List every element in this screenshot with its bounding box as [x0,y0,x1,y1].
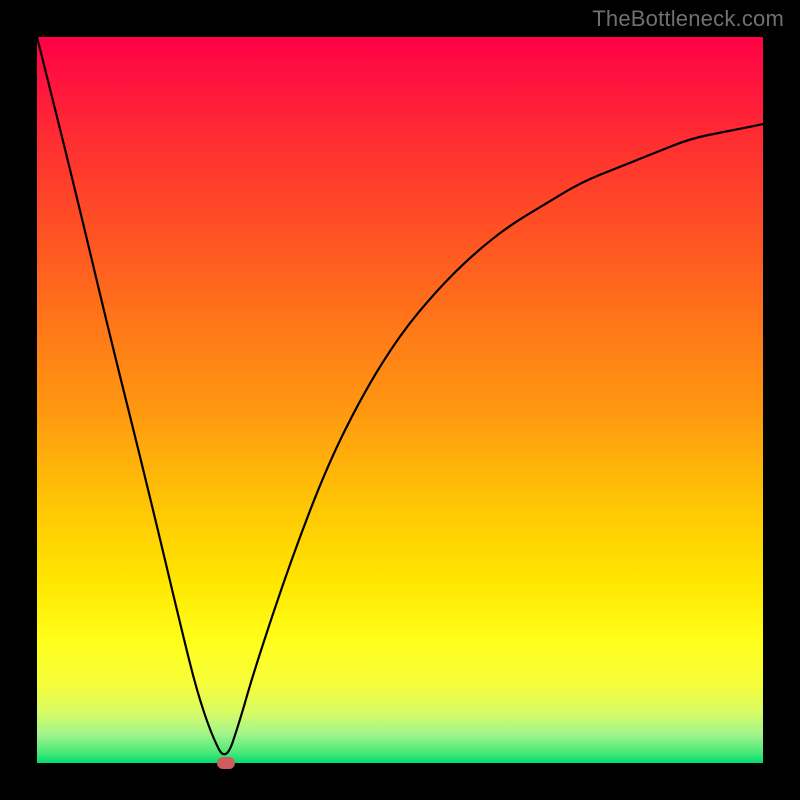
optimum-marker [217,757,235,769]
chart-frame: TheBottleneck.com [0,0,800,800]
plot-area [37,37,763,763]
watermark-text: TheBottleneck.com [592,6,784,32]
bottleneck-curve [37,37,763,763]
curve-path [37,37,763,754]
